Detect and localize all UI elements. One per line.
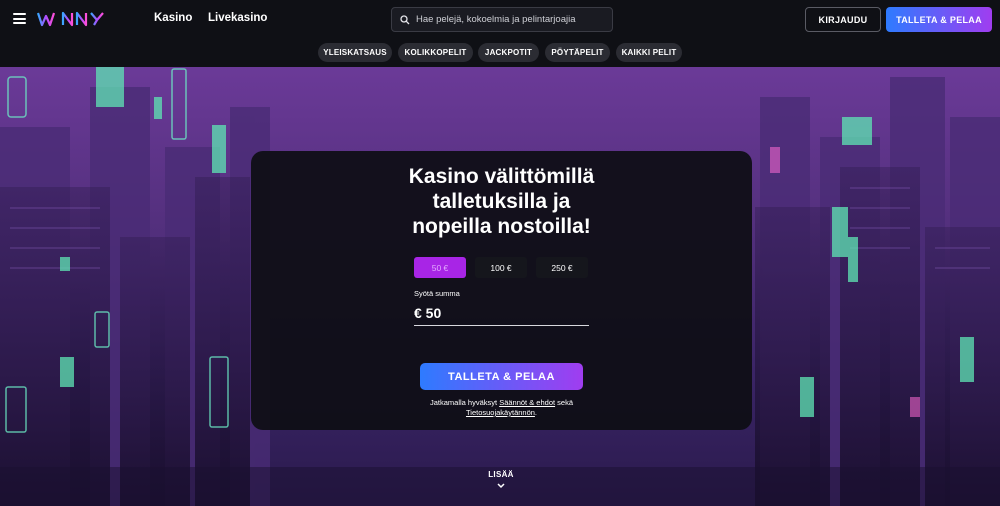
terms-suffix: . bbox=[534, 408, 538, 417]
terms-text: Jatkamalla hyväksyt Säännöt & ehdot sekä… bbox=[251, 398, 752, 418]
amount-input-label: Syötä summa bbox=[414, 289, 460, 298]
search-input[interactable] bbox=[416, 14, 606, 25]
search-icon bbox=[400, 14, 410, 24]
brand-logo[interactable] bbox=[37, 9, 115, 29]
headline-line-3: nopeilla nostoilla! bbox=[412, 215, 591, 238]
login-button[interactable]: KIRJAUDU bbox=[805, 7, 881, 32]
header-deposit-button[interactable]: TALLETA & PELAA bbox=[886, 7, 992, 32]
top-header: Kasino Livekasino KIRJAUDU TALLETA & PEL… bbox=[0, 0, 1000, 40]
amount-option-50[interactable]: 50 € bbox=[414, 257, 466, 278]
amount-option-100[interactable]: 100 € bbox=[475, 257, 527, 278]
terms-prefix: Jatkamalla hyväksyt bbox=[429, 398, 500, 407]
category-bar: YLEISKATSAUS KOLIKKOPELIT JACKPOTIT PÖYT… bbox=[0, 40, 1000, 67]
nav-livekasino[interactable]: Livekasino bbox=[208, 12, 267, 24]
terms-link[interactable]: Säännöt & ehdot bbox=[499, 398, 555, 407]
deposit-card: Kasino välittömillä talletuksilla ja nop… bbox=[251, 151, 752, 430]
category-yleiskatsaus[interactable]: YLEISKATSAUS bbox=[318, 43, 392, 62]
search-box[interactable] bbox=[391, 7, 613, 32]
category-kolikkopelit[interactable]: KOLIKKOPELIT bbox=[398, 43, 473, 62]
amount-option-250[interactable]: 250 € bbox=[536, 257, 588, 278]
more-button[interactable]: LISÄÄ bbox=[480, 470, 522, 479]
chevron-down-icon[interactable] bbox=[496, 482, 506, 490]
menu-icon[interactable] bbox=[13, 13, 26, 24]
hero-banner: Kasino välittömillä talletuksilla ja nop… bbox=[0, 67, 1000, 506]
amount-input[interactable]: € 50 bbox=[414, 301, 589, 326]
deposit-play-button[interactable]: TALLETA & PELAA bbox=[420, 363, 583, 390]
category-jackpotit[interactable]: JACKPOTIT bbox=[478, 43, 539, 62]
terms-middle: sekä bbox=[555, 398, 574, 407]
nav-kasino[interactable]: Kasino bbox=[154, 12, 192, 24]
category-poytapelit[interactable]: PÖYTÄPELIT bbox=[545, 43, 610, 62]
headline-line-2: talletuksilla ja bbox=[432, 190, 571, 213]
privacy-link[interactable]: Tietosuojakäytännön bbox=[466, 408, 535, 417]
hero-headline: Kasino välittömillä talletuksilla ja nop… bbox=[251, 164, 752, 239]
headline-line-1: Kasino välittömillä bbox=[408, 165, 595, 188]
category-kaikki-pelit[interactable]: KAIKKI PELIT bbox=[616, 43, 682, 62]
